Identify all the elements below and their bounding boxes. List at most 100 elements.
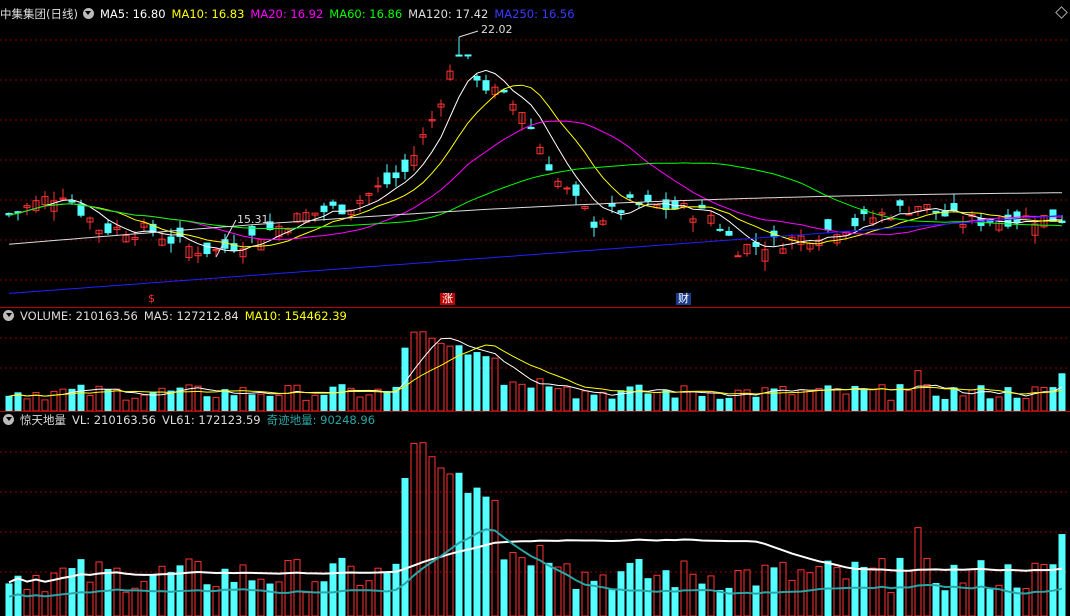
candle-body [716, 228, 724, 231]
legend-indicator-title: 惊天地量 [20, 413, 66, 427]
volume-bar [266, 395, 274, 412]
dropdown-icon[interactable] [3, 310, 14, 321]
indicator-bar [257, 578, 265, 616]
indicator-bar [122, 591, 130, 616]
indicator-bar [716, 589, 724, 616]
indicator-bar [473, 487, 481, 616]
indicator-bar [941, 590, 949, 616]
indicator-bar [23, 589, 31, 616]
indicator-bar [329, 563, 337, 616]
high-arrow [458, 30, 479, 38]
indicator-bar [815, 566, 823, 616]
volume-bar [842, 393, 850, 412]
indicator-bar [446, 473, 454, 616]
indicator-bar [230, 581, 238, 616]
candle-body [626, 194, 634, 198]
candle-body [725, 230, 733, 236]
volume-bar [41, 399, 49, 412]
indicator-bar [383, 572, 391, 616]
volume-bar [725, 397, 733, 412]
legend-vol-ma10: MA10: 154462.39 [244, 309, 347, 323]
price-chart[interactable] [0, 0, 1070, 308]
volume-bar [374, 388, 382, 412]
legend-ma5: MA5: 16.80 [99, 7, 166, 21]
candle-body [527, 126, 535, 130]
indicator-bar [5, 583, 13, 616]
volume-bar [590, 394, 598, 412]
price-panel[interactable]: 中集集团(日线) MA5: 16.80 MA10: 16.83 MA20: 16.92… [0, 0, 1070, 308]
indicator-chart[interactable] [0, 412, 1070, 616]
dropdown-icon[interactable] [82, 8, 94, 19]
legend-vl61: VL61: 172123.59 [162, 413, 261, 427]
indicator-bar [698, 583, 706, 616]
volume-bar [383, 390, 391, 412]
candle-body [950, 203, 958, 211]
indicator-bar [437, 467, 445, 616]
candle-body [851, 217, 859, 227]
volume-bar [833, 388, 841, 412]
volume-bar [464, 354, 472, 412]
indicator-bar [194, 561, 202, 616]
candle-body [932, 210, 940, 213]
volume-bar [509, 381, 517, 412]
indicator-legend: 惊天地量 VL: 210163.56 VL61: 172123.59 奇迹地量: 90… [0, 412, 381, 428]
indicator-bar [365, 580, 373, 616]
volume-bar [518, 383, 526, 412]
ma5-line [8, 69, 1063, 252]
candle-body [734, 255, 742, 258]
candle-body [392, 172, 400, 179]
candle-body [401, 159, 409, 172]
indicator-bar [284, 560, 292, 616]
volume-bar [554, 388, 562, 412]
ma250-line [8, 214, 1063, 294]
indicator-bar [572, 588, 580, 616]
candle-body [464, 54, 472, 57]
indicator-bar [248, 580, 256, 616]
volume-bar [437, 342, 445, 412]
event-marker-dividend[interactable]: $ [146, 293, 157, 305]
volume-bar [1040, 386, 1048, 412]
candle-body [545, 164, 553, 171]
indicator-bar [662, 570, 670, 616]
indicator-bar [869, 567, 877, 616]
indicator-bar [428, 456, 436, 616]
dropdown-icon[interactable] [3, 414, 14, 425]
volume-bar [581, 390, 589, 412]
indicator-bar [707, 575, 715, 616]
indicator-panel[interactable]: 惊天地量 VL: 210163.56 VL61: 172123.59 奇迹地量: 90… [0, 412, 1070, 616]
indicator-bar [788, 579, 796, 616]
event-marker-finance[interactable]: 财 [676, 293, 691, 305]
volume-bar [419, 331, 427, 412]
indicator-bar [689, 573, 697, 616]
volume-ma10-line [8, 344, 1063, 397]
indicator-bar [311, 581, 319, 616]
price-high-label: 22.02 [481, 23, 513, 36]
indicator-bar [419, 442, 427, 616]
candle-body [104, 223, 112, 234]
volume-bar [1022, 397, 1030, 412]
volume-bar [248, 394, 256, 412]
indicator-bar [887, 592, 895, 616]
volume-bar [644, 393, 652, 412]
candle-body [617, 210, 625, 214]
candle-body [896, 200, 904, 206]
volume-panel[interactable]: VOLUME: 210163.56 MA5: 127212.84 MA10: 154… [0, 308, 1070, 412]
indicator-bar [752, 585, 760, 616]
event-marker-limit-up[interactable]: 涨 [440, 293, 455, 305]
indicator-bar [293, 559, 301, 616]
indicator-bar [302, 592, 310, 616]
volume-bar [221, 389, 229, 412]
indicator-bar [851, 561, 859, 616]
volume-bar [770, 388, 778, 412]
indicator-bar [905, 570, 913, 616]
indicator-bar [644, 578, 652, 616]
indicator-bar [518, 557, 526, 616]
indicator-bar [113, 567, 121, 616]
candle-body [329, 201, 337, 206]
indicator-bar [104, 569, 112, 616]
indicator-bar [986, 588, 994, 616]
indicator-bar [167, 571, 175, 616]
volume-bar [932, 395, 940, 412]
indicator-bar [833, 567, 841, 616]
volume-bar [851, 385, 859, 412]
